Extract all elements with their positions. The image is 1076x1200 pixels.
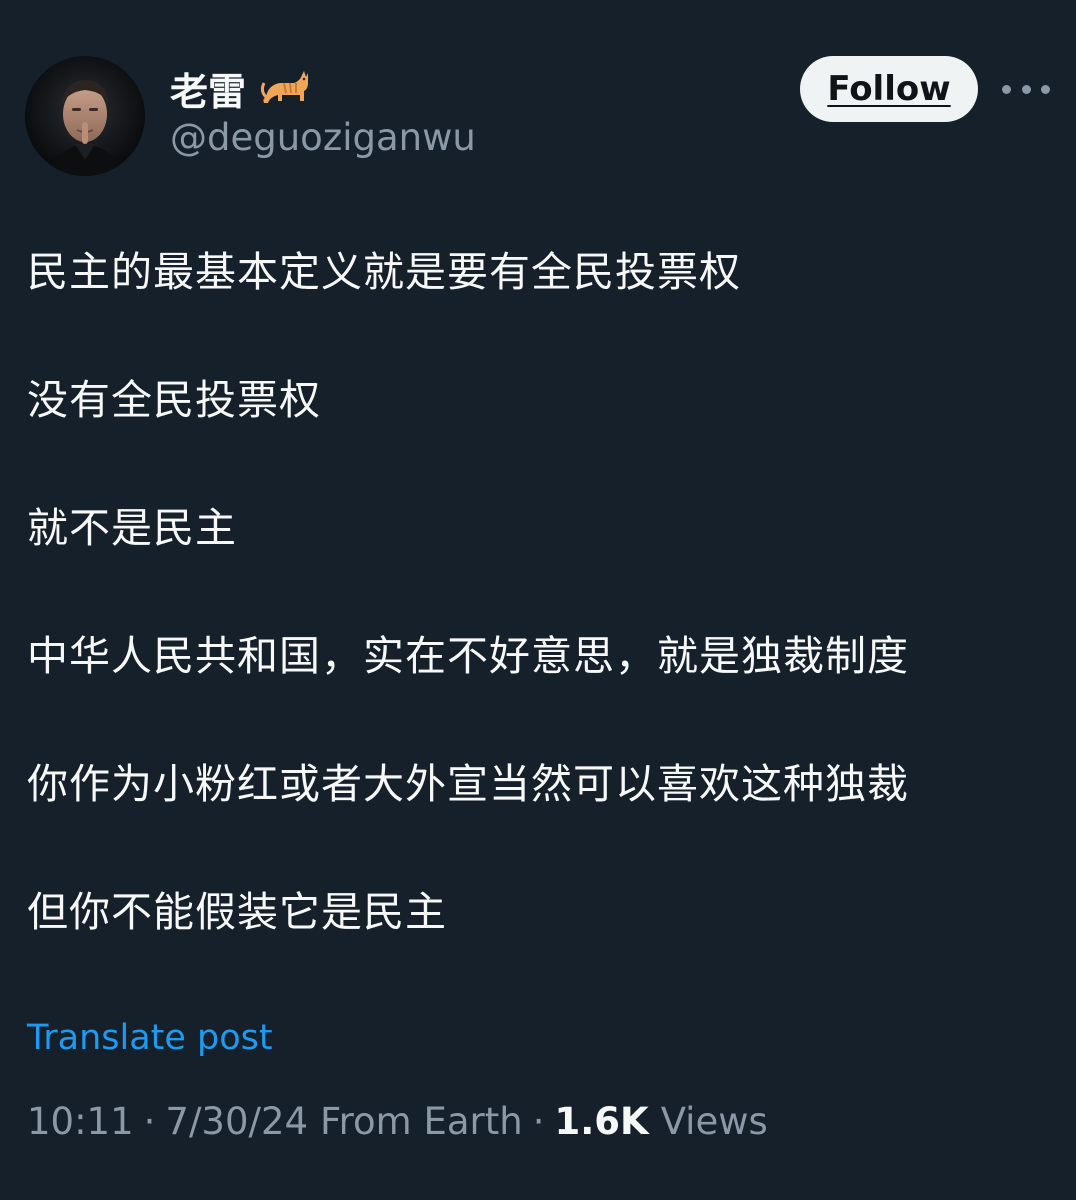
author-handle[interactable]: @deguoziganwu: [170, 116, 476, 159]
more-dot: [1002, 84, 1011, 94]
post-text-line: 没有全民投票权: [27, 376, 321, 424]
post-date[interactable]: 7/30/24: [165, 1100, 308, 1143]
views-count: 1.6K: [554, 1100, 649, 1143]
more-dot: [1041, 84, 1050, 94]
more-dot: [1021, 84, 1031, 94]
post-card: 老雷 @deguoziganwu Follow 民主的最基本定义就是要有全民投票…: [0, 0, 1076, 1200]
avatar-image: [25, 56, 145, 176]
post-time[interactable]: 10:11: [27, 1100, 134, 1143]
meta-separator: ·: [532, 1100, 545, 1143]
post-text-line: 但你不能假装它是民主: [27, 888, 447, 936]
post-body: 民主的最基本定义就是要有全民投票权 没有全民投票权 就不是民主 中华人民共和国，…: [27, 240, 1057, 944]
meta-separator: ·: [143, 1100, 156, 1143]
translate-post-link[interactable]: Translate post: [27, 1018, 273, 1058]
post-text-line: 你作为小粉红或者大外宣当然可以喜欢这种独裁: [27, 760, 909, 808]
post-text-line: 就不是民主: [27, 504, 237, 552]
post-text-line: 中华人民共和国，实在不好意思，就是独裁制度: [27, 632, 909, 680]
post-header: 老雷 @deguoziganwu Follow: [0, 0, 1076, 200]
more-options-icon[interactable]: [1002, 74, 1050, 104]
author-avatar[interactable]: [25, 56, 145, 176]
post-metadata: 10:11 · 7/30/24 From Earth · 1.6K Views: [27, 1100, 768, 1143]
views-label: Views: [660, 1100, 768, 1143]
author-name-row[interactable]: 老雷: [170, 62, 310, 114]
post-source: From Earth: [320, 1100, 523, 1143]
cat-icon: [260, 67, 310, 109]
post-text-line: 民主的最基本定义就是要有全民投票权: [27, 248, 741, 296]
author-display-name: 老雷: [170, 69, 247, 114]
follow-button[interactable]: Follow: [800, 56, 978, 122]
